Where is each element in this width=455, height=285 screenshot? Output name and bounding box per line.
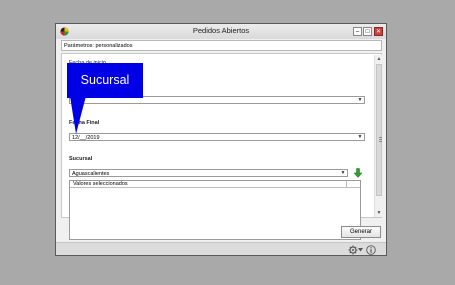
gear-icon[interactable] xyxy=(348,245,358,255)
grip-icon xyxy=(378,137,382,142)
parameters-label: Parámetros: personalizados xyxy=(64,42,133,49)
sucursal-dropdown[interactable]: Aguascalientes ▼ xyxy=(69,169,348,177)
parameters-bar: Parámetros: personalizados xyxy=(61,40,382,51)
report-window: Pedidos Abiertos – □ ✕ Parámetros: perso… xyxy=(55,23,387,256)
scroll-thumb[interactable] xyxy=(376,64,382,196)
green-down-arrow-icon[interactable] xyxy=(353,168,363,178)
sucursal-callout: Sucursal xyxy=(67,63,143,98)
list-header: Valores seleccionados xyxy=(70,181,360,188)
chevron-down-icon: ▼ xyxy=(357,97,363,103)
sucursal-label: Sucursal xyxy=(69,156,93,162)
chevron-down-icon: ▼ xyxy=(357,134,363,140)
info-icon[interactable] xyxy=(366,245,376,255)
window-title: Pedidos Abiertos xyxy=(192,26,250,35)
selected-values-list[interactable]: Valores seleccionados xyxy=(69,180,361,240)
status-bar xyxy=(56,242,386,255)
vertical-scrollbar[interactable]: ▲ ▼ xyxy=(374,55,382,217)
column-divider xyxy=(346,181,347,188)
minimize-button[interactable]: – xyxy=(353,27,362,36)
title-bar[interactable]: Pedidos Abiertos – □ ✕ xyxy=(56,24,386,39)
scroll-down-icon[interactable]: ▼ xyxy=(375,209,383,217)
scroll-up-icon[interactable]: ▲ xyxy=(375,55,383,63)
callout-pointer xyxy=(70,96,86,134)
fecha-final-dropdown[interactable]: 12/__/2019 ▼ xyxy=(69,133,365,141)
generar-button[interactable]: Generar xyxy=(341,226,381,238)
sucursal-value: Aguascalientes xyxy=(72,170,110,177)
maximize-button[interactable]: □ xyxy=(363,27,372,36)
chevron-down-icon: ▼ xyxy=(340,170,346,176)
chevron-down-icon[interactable] xyxy=(358,248,363,252)
list-header-label: Valores seleccionados xyxy=(73,181,128,187)
close-button[interactable]: ✕ xyxy=(374,27,383,36)
